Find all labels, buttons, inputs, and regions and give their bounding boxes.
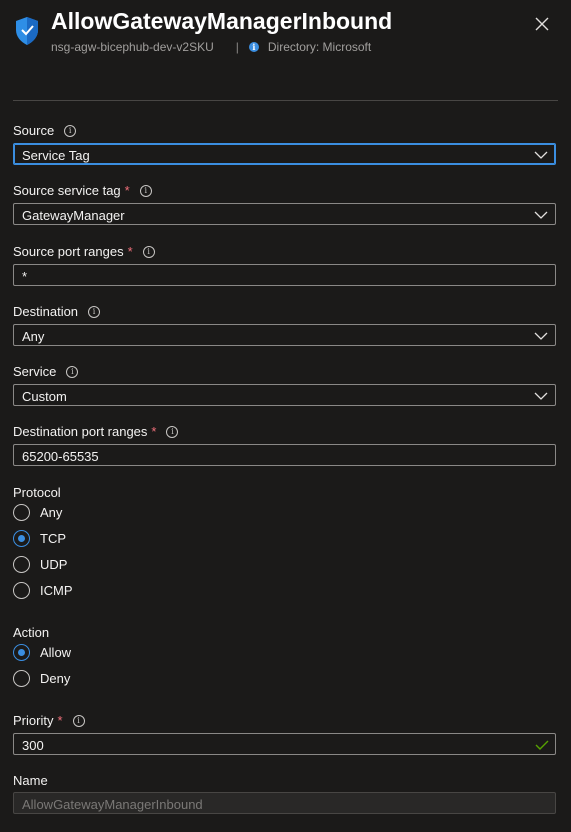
- action-option-deny[interactable]: Deny: [13, 670, 70, 687]
- radio-circle: [13, 670, 30, 687]
- priority-label: Priority * i: [13, 713, 85, 728]
- page-title: AllowGatewayManagerInbound: [51, 8, 393, 34]
- protocol-label-text: Protocol: [13, 485, 61, 500]
- source-port-ranges-value: *: [22, 269, 28, 284]
- destination-port-ranges-value: 65200-65535: [22, 449, 99, 464]
- action-label: Action: [13, 625, 49, 640]
- radio-label: TCP: [40, 531, 66, 546]
- close-icon[interactable]: [532, 14, 552, 34]
- destination-port-ranges-input[interactable]: 65200-65535: [13, 444, 556, 466]
- source-service-tag-label-text: Source service tag: [13, 183, 121, 198]
- source-port-ranges-label: Source port ranges * i: [13, 244, 155, 259]
- header-divider: [13, 100, 558, 101]
- source-service-tag-label: Source service tag * i: [13, 183, 152, 198]
- info-icon[interactable]: i: [64, 124, 77, 137]
- checkmark-icon: [535, 740, 549, 750]
- chevron-down-icon: [534, 392, 548, 400]
- source-port-ranges-input[interactable]: *: [13, 264, 556, 286]
- protocol-option-icmp[interactable]: ICMP: [13, 582, 73, 599]
- name-label: Name: [13, 773, 48, 788]
- source-service-tag-value: GatewayManager: [22, 208, 125, 223]
- shield-icon: [16, 17, 38, 45]
- radio-label: ICMP: [40, 583, 73, 598]
- service-label-text: Service: [13, 364, 57, 379]
- directory-info-icon: i: [248, 42, 259, 52]
- source-label-text: Source: [13, 123, 55, 138]
- source-value: Service Tag: [22, 148, 90, 163]
- radio-label: Deny: [40, 671, 71, 686]
- info-icon[interactable]: i: [166, 425, 179, 438]
- name-input: AllowGatewayManagerInbound: [13, 792, 556, 814]
- destination-label-text: Destination: [13, 304, 79, 319]
- service-dropdown[interactable]: Custom: [13, 384, 556, 406]
- info-icon[interactable]: i: [142, 245, 155, 258]
- radio-circle-selected: [13, 530, 30, 547]
- name-value: AllowGatewayManagerInbound: [22, 797, 203, 812]
- required-marker: *: [124, 183, 130, 198]
- priority-input[interactable]: 300: [13, 733, 556, 755]
- priority-value: 300: [22, 738, 44, 753]
- radio-circle: [13, 556, 30, 573]
- page-subtitle: nsg-agw-bicephub-dev-v2SKU | i Directory…: [51, 40, 371, 54]
- source-port-ranges-label-text: Source port ranges: [13, 244, 124, 259]
- subtitle-separator: |: [235, 40, 239, 54]
- action-label-text: Action: [13, 625, 50, 640]
- destination-label: Destination i: [13, 304, 101, 319]
- destination-value: Any: [22, 329, 45, 344]
- radio-label: UDP: [40, 557, 68, 572]
- destination-dropdown[interactable]: Any: [13, 324, 556, 346]
- radio-label: Allow: [40, 645, 72, 660]
- service-value: Custom: [22, 389, 67, 404]
- protocol-label: Protocol: [13, 485, 61, 500]
- blade-header: AllowGatewayManagerInbound nsg-agw-bicep…: [0, 0, 571, 70]
- action-option-allow[interactable]: Allow: [13, 644, 71, 661]
- chevron-down-icon: [534, 332, 548, 340]
- info-icon[interactable]: i: [72, 714, 85, 727]
- required-marker: *: [57, 713, 63, 728]
- source-dropdown[interactable]: Service Tag: [13, 143, 556, 165]
- name-label-text: Name: [13, 773, 48, 788]
- protocol-option-udp[interactable]: UDP: [13, 556, 67, 573]
- radio-circle-selected: [13, 644, 30, 661]
- protocol-option-tcp[interactable]: TCP: [13, 530, 66, 547]
- required-marker: *: [151, 424, 157, 439]
- priority-label-text: Priority: [13, 713, 54, 728]
- radio-circle: [13, 504, 30, 521]
- required-marker: *: [127, 244, 133, 259]
- info-icon[interactable]: i: [139, 184, 152, 197]
- radio-label: Any: [40, 505, 63, 520]
- destination-port-ranges-label: Destination port ranges * i: [13, 424, 179, 439]
- service-label: Service i: [13, 364, 79, 379]
- chevron-down-icon: [534, 151, 548, 159]
- source-label: Source i: [13, 123, 77, 138]
- source-service-tag-dropdown[interactable]: GatewayManager: [13, 203, 556, 225]
- info-icon[interactable]: i: [66, 365, 79, 378]
- directory-label: Directory: Microsoft: [267, 40, 372, 54]
- chevron-down-icon: [534, 211, 548, 219]
- radio-circle: [13, 582, 30, 599]
- protocol-option-any[interactable]: Any: [13, 504, 62, 521]
- destination-port-ranges-label-text: Destination port ranges: [13, 424, 148, 439]
- resource-name: nsg-agw-bicephub-dev-v2SKU: [51, 40, 214, 54]
- info-icon[interactable]: i: [88, 305, 101, 318]
